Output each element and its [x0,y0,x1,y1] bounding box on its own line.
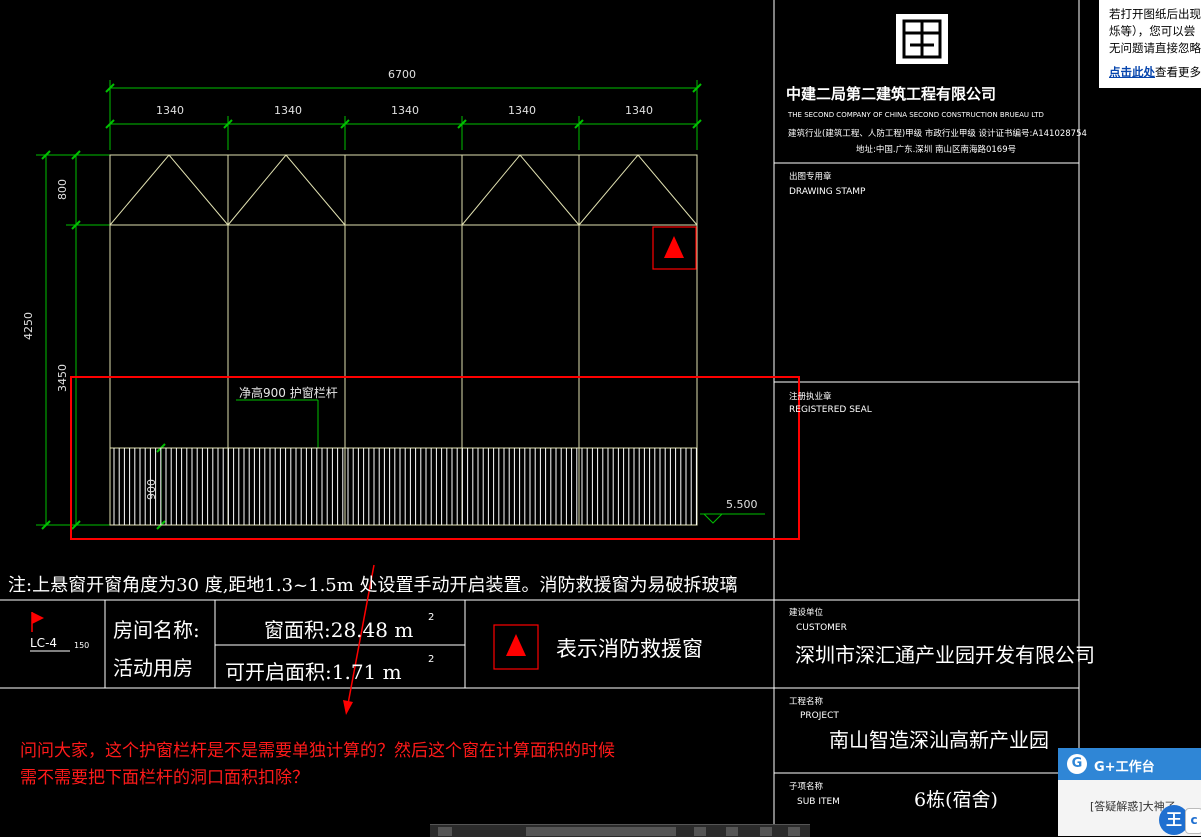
toolbar-icon[interactable] [694,827,706,836]
toolbar-scroll-track[interactable] [526,827,676,836]
cad-drawing-canvas[interactable] [0,0,1201,836]
notice-link-rest: 查看更多 [1155,65,1201,79]
drawing-frame [0,0,1080,836]
gplus-header[interactable]: G G+工作台 [1058,748,1201,780]
notice-tooltip: 若打开图纸后出现 烁等），您可以尝 无问题请直接忽略 点击此处查看更多 [1099,0,1201,88]
dim-seg-4: 1340 [508,104,536,117]
toolbar-icon[interactable] [788,827,800,836]
company-address: 地址:中国.广东.深圳 南山区南海路0169号 [856,145,1017,155]
stamp-label-cn: 出图专用章 [789,172,832,182]
dim-seg-3: 1340 [391,104,419,117]
project-name: 南山智造深汕高新产业园 [829,728,1049,752]
notice-link[interactable]: 点击此处 [1109,65,1155,79]
bottom-toolbar[interactable] [430,824,810,837]
openable-area-superscript: 2 [428,654,435,665]
dimension-ticks [41,83,702,530]
window-tag: LC-4 [30,636,58,650]
toolbar-icon[interactable] [760,827,772,836]
seal-label-en: REGISTERED SEAL [789,405,872,415]
dim-top-height: 800 [56,179,69,200]
notice-line-3: 无问题请直接忽略 [1109,41,1201,55]
stamp-label-en: DRAWING STAMP [789,187,866,197]
customer-name: 深圳市深汇通产业园开发有限公司 [795,643,1095,667]
fire-triangle-icon [664,236,684,258]
chat-bubble-icon[interactable]: c [1185,808,1201,834]
openable-area: 可开启面积:1.71 m [225,660,402,684]
legend-text: 表示消防救援窗 [556,637,703,661]
dim-seg-1: 1340 [156,104,184,117]
project-label-en: PROJECT [800,711,839,721]
company-qualification: 建筑行业(建筑工程、人防工程)甲级 市政行业甲级 设计证书编号:A1410287… [788,129,1087,139]
subitem-label-cn: 子项名称 [789,782,824,792]
window-note: 注:上悬窗开窗角度为30 度,距地1.3~1.5m 处设置手动开启装置。消防救援… [8,575,738,596]
dim-rail-height: 900 [145,479,158,500]
dim-seg-5: 1340 [625,104,653,117]
room-name-label: 房间名称: [113,618,200,642]
gplus-title: G+工作台 [1094,760,1155,775]
question-line-1: 问问大家，这个护窗栏杆是不是需要单独计算的？然后这个窗在计算面积的时候 [20,741,615,761]
room-name-value: 活动用房 [113,656,193,680]
toolbar-icon[interactable] [726,827,738,836]
dim-lower-height: 3450 [56,364,69,392]
subitem-name: 6栋(宿舍) [914,789,998,811]
dim-seg-2: 1340 [274,104,302,117]
elevation-mark: 5.500 [726,498,758,511]
legend-fire-triangle-icon [506,634,526,656]
question-line-2: 需不需要把下面栏杆的洞口面积扣除？ [20,768,309,788]
company-name-cn: 中建二局第二建筑工程有限公司 [786,85,997,103]
window-tag-scale: 150 [74,641,90,650]
notice-line-1: 若打开图纸后出现 [1109,7,1201,21]
company-name-en: THE SECOND COMPANY OF CHINA SECOND CONST… [788,111,1044,119]
notice-line-2: 烁等），您可以尝 [1109,24,1196,38]
highlight-box [70,376,800,540]
seal-label-cn: 注册执业章 [789,392,832,402]
railing-label: 净高900 护窗栏杆 [239,386,338,400]
window-area-superscript: 2 [428,612,435,623]
customer-label-en: CUSTOMER [796,623,847,633]
dim-total-width: 6700 [388,68,416,81]
window-elevation [109,154,698,526]
gplus-logo-icon: G [1067,754,1087,774]
project-label-cn: 工程名称 [789,697,824,707]
company-logo [896,14,948,64]
toolbar-icon[interactable] [438,827,452,836]
guard-railing-bars [113,448,697,525]
dim-total-height: 4250 [22,312,35,340]
subitem-label-en: SUB ITEM [797,797,840,807]
window-area: 窗面积:28.48 m [264,618,414,642]
customer-label-cn: 建设单位 [789,608,824,618]
